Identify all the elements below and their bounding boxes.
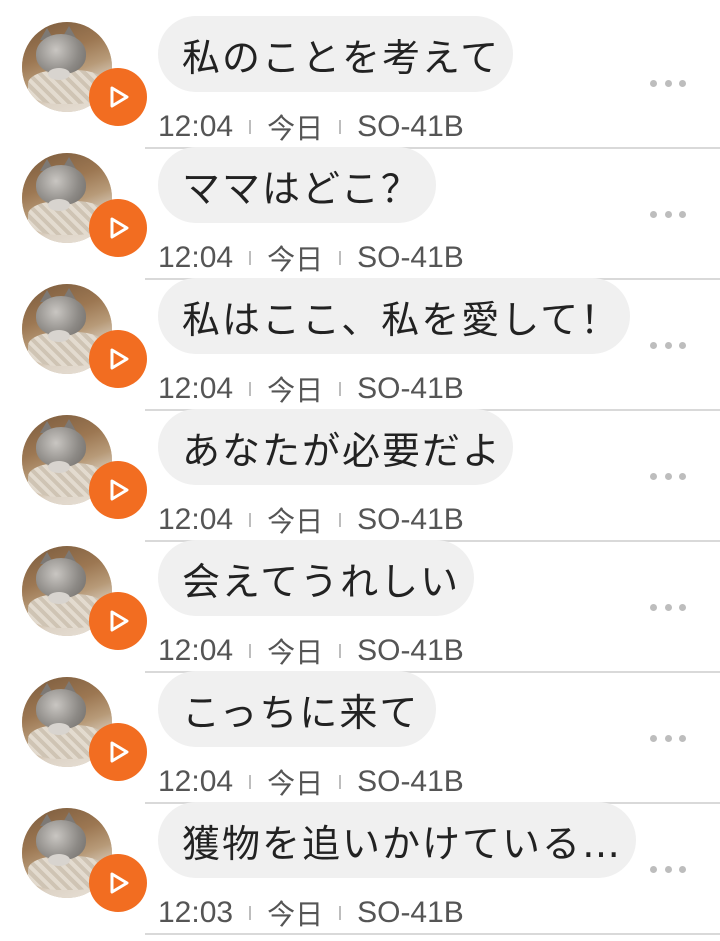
message-bubble[interactable]: 私のことを考えて <box>158 16 513 92</box>
play-button[interactable] <box>89 68 147 126</box>
message-day: 今日 <box>267 898 324 931</box>
play-icon <box>110 610 129 632</box>
play-icon <box>110 217 129 239</box>
more-options-button[interactable] <box>650 78 686 88</box>
more-options-button[interactable] <box>650 471 686 481</box>
more-horizontal-icon <box>650 865 657 873</box>
message-row: 私はここ、私を愛して！ 12:04 今日 SO-41B <box>0 262 720 411</box>
play-icon <box>110 86 129 108</box>
play-button[interactable] <box>89 592 147 650</box>
message-bubble[interactable]: こっちに来て <box>158 671 436 747</box>
more-horizontal-icon <box>650 210 657 218</box>
message-row: 私のことを考えて 12:04 今日 SO-41B <box>0 0 720 149</box>
more-options-button[interactable] <box>650 340 686 350</box>
message-time: 12:03 <box>158 896 234 929</box>
play-icon <box>110 479 129 501</box>
more-options-button[interactable] <box>650 864 686 874</box>
message-row: 獲物を追いかけている… 12:03 今日 SO-41B <box>0 786 720 935</box>
more-horizontal-icon <box>650 472 657 480</box>
more-horizontal-icon <box>650 734 657 742</box>
more-horizontal-icon <box>650 79 657 87</box>
message-bubble[interactable]: あなたが必要だよ <box>158 409 513 485</box>
message-bubble[interactable]: 会えてうれしい <box>158 540 474 616</box>
message-feed: 私のことを考えて 12:04 今日 SO-41B ママはどこ？ 12:04 今日… <box>0 0 720 941</box>
message-row: あなたが必要だよ 12:04 今日 SO-41B <box>0 393 720 542</box>
more-options-button[interactable] <box>650 209 686 219</box>
play-button[interactable] <box>89 330 147 388</box>
play-button[interactable] <box>89 461 147 519</box>
more-options-button[interactable] <box>650 602 686 612</box>
play-button[interactable] <box>89 723 147 781</box>
message-row: こっちに来て 12:04 今日 SO-41B <box>0 655 720 804</box>
message-bubble[interactable]: ママはどこ？ <box>158 147 436 223</box>
more-options-button[interactable] <box>650 733 686 743</box>
more-horizontal-icon <box>650 341 657 349</box>
play-icon <box>110 872 129 894</box>
more-horizontal-icon <box>650 603 657 611</box>
meta-separator <box>249 906 252 920</box>
message-row: ママはどこ？ 12:04 今日 SO-41B <box>0 131 720 280</box>
play-icon <box>110 348 129 370</box>
play-button[interactable] <box>89 199 147 257</box>
message-row: 会えてうれしい 12:04 今日 SO-41B <box>0 524 720 673</box>
message-bubble[interactable]: 私はここ、私を愛して！ <box>158 278 630 354</box>
row-divider <box>145 933 720 935</box>
message-device: SO-41B <box>357 896 464 929</box>
play-button[interactable] <box>89 854 147 912</box>
message-bubble[interactable]: 獲物を追いかけている… <box>158 802 636 878</box>
meta-separator <box>339 906 342 920</box>
message-meta: 12:03 今日 SO-41B <box>158 896 464 931</box>
play-icon <box>110 741 129 763</box>
